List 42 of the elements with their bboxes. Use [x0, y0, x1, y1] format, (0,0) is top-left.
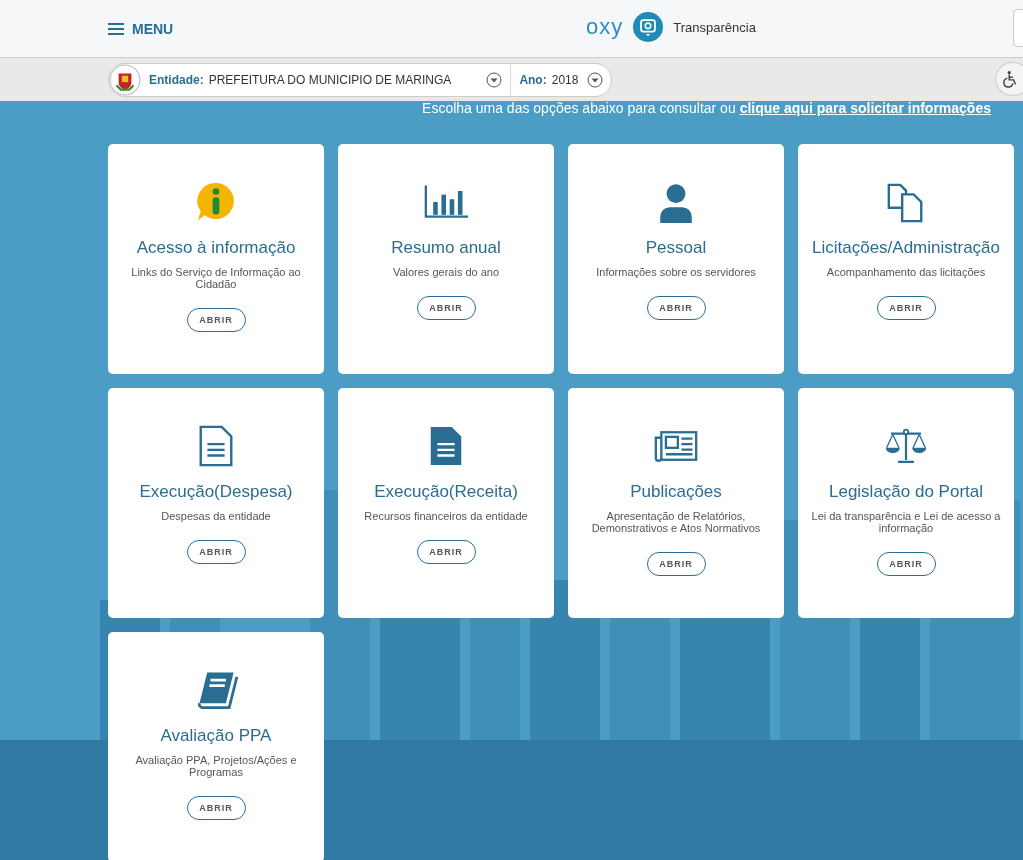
brand-name: Transparência	[673, 19, 756, 35]
accessibility-button[interactable]	[995, 62, 1023, 96]
card-title: Resumo anual	[391, 238, 501, 258]
card-title: Acesso à informação	[136, 238, 296, 258]
menu-icon	[108, 22, 124, 35]
card-description: Acompanhamento das licitações	[826, 266, 986, 278]
menu-button[interactable]: MENU	[108, 20, 174, 37]
card-description: Lei da transparência e Lei de acesso a informação	[810, 510, 1002, 534]
open-button[interactable]: ABRIR	[186, 308, 246, 332]
dropdown-icon	[587, 71, 604, 88]
year-label: Ano:	[519, 72, 547, 87]
year-value: 2018	[551, 72, 579, 87]
card-title: Execução(Receita)	[374, 482, 518, 502]
open-button[interactable]: ABRIR	[646, 552, 706, 576]
open-button[interactable]: ABRIR	[416, 296, 476, 320]
card-description: Links do Serviço de Informação ao Cidadão	[130, 266, 302, 290]
open-button[interactable]: ABRIR	[646, 296, 706, 320]
card-title: Avaliação PPA	[160, 726, 272, 746]
dropdown-icon	[486, 71, 503, 88]
open-button[interactable]: ABRIR	[186, 540, 246, 564]
card-description: Apresentação de Relatórios, Demonstrativos e Atos Normativos	[590, 510, 762, 534]
search-document-icon	[633, 12, 664, 42]
card-description: Avaliação PPA, Projetos/Ações e Programas	[134, 754, 298, 778]
card-title: Publicações	[630, 482, 722, 502]
card-description: Recursos financeiros da entidade	[364, 510, 528, 522]
logo-text: oxy	[586, 14, 624, 40]
card-description: Despesas da entidade	[161, 510, 271, 522]
entity-value: PREFEITURA DO MUNICIPIO DE MARINGA	[208, 72, 452, 87]
open-button[interactable]: ABRIR	[416, 540, 476, 564]
card-title: Legislação do Portal	[828, 482, 983, 502]
card-title: Execução(Despesa)	[139, 482, 293, 502]
card-title: Pessoal	[645, 238, 707, 258]
intro-text: Escolha uma das opções abaixo para consultar ou	[422, 101, 736, 115]
card-description: Informações sobre os servidores	[596, 266, 756, 278]
card-description: Valores gerais do ano	[392, 266, 500, 278]
open-button[interactable]: ABRIR	[876, 296, 936, 320]
year-dropdown[interactable]: Ano: 2018	[510, 63, 612, 96]
open-button[interactable]: ABRIR	[876, 552, 936, 576]
entity-dropdown[interactable]: Entidade: PREFEITURA DO MUNICIPIO DE MARINGA	[141, 63, 511, 96]
card-title: Licitações/Administração	[812, 238, 1000, 258]
open-button[interactable]: ABRIR	[186, 796, 246, 820]
entity-label: Entidade:	[149, 72, 204, 87]
